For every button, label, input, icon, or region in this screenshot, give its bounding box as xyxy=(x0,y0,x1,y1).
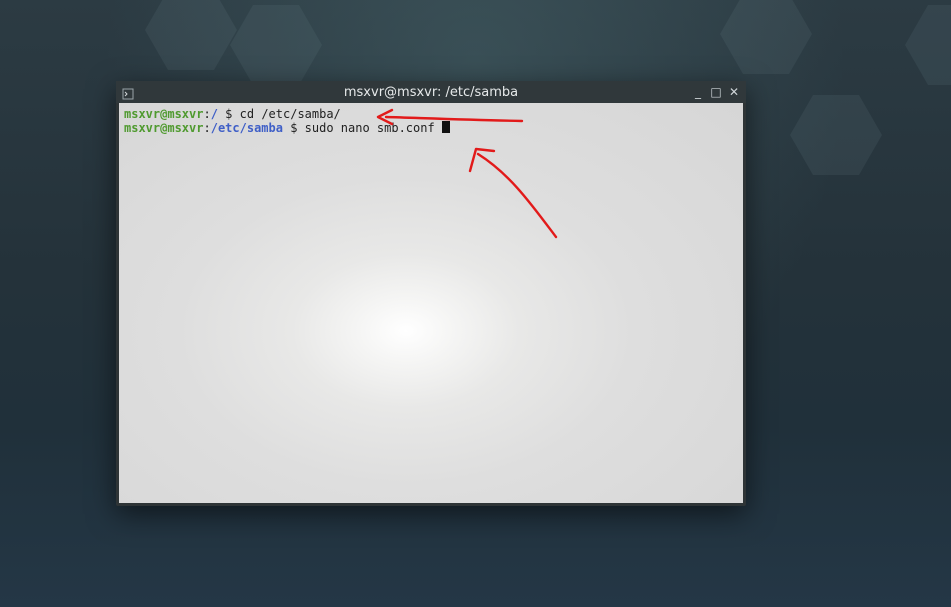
terminal-output[interactable]: msxvr@msxvr:/ $ cd /etc/samba/ msxvr@msx… xyxy=(119,103,743,503)
desktop-hex-pattern xyxy=(720,0,812,74)
prompt-path: / xyxy=(210,107,218,121)
desktop-hex-pattern xyxy=(790,95,882,175)
prompt-separator: : xyxy=(203,121,211,135)
terminal-cursor xyxy=(441,121,450,133)
window-titlebar[interactable]: msxvr@msxvr: /etc/samba _ □ ✕ xyxy=(116,81,746,103)
prompt-symbol: $ xyxy=(217,107,240,121)
prompt-user: msxvr@msxvr xyxy=(124,121,204,135)
desktop-hex-pattern xyxy=(145,0,237,70)
prompt-separator: : xyxy=(203,107,211,121)
desktop-hex-pattern xyxy=(905,5,951,85)
prompt-path: /etc/samba xyxy=(210,121,283,135)
terminal-line-nano: msxvr@msxvr:/etc/samba $ sudo nano smb.c… xyxy=(124,121,738,135)
terminal-window: msxvr@msxvr: /etc/samba _ □ ✕ msxvr@msxv… xyxy=(116,81,746,506)
prompt-symbol: $ xyxy=(282,121,305,135)
prompt-user: msxvr@msxvr xyxy=(124,107,204,121)
maximize-button[interactable]: □ xyxy=(710,84,722,100)
window-controls: _ □ ✕ xyxy=(692,84,740,100)
close-button[interactable]: ✕ xyxy=(728,84,740,100)
command-text: sudo nano smb.conf xyxy=(304,121,442,135)
command-text: cd /etc/samba/ xyxy=(239,107,341,121)
desktop-hex-pattern xyxy=(230,5,322,85)
window-title: msxvr@msxvr: /etc/samba xyxy=(343,85,519,100)
terminal-line-cd: msxvr@msxvr:/ $ cd /etc/samba/ xyxy=(124,107,738,121)
minimize-button[interactable]: _ xyxy=(692,84,704,100)
